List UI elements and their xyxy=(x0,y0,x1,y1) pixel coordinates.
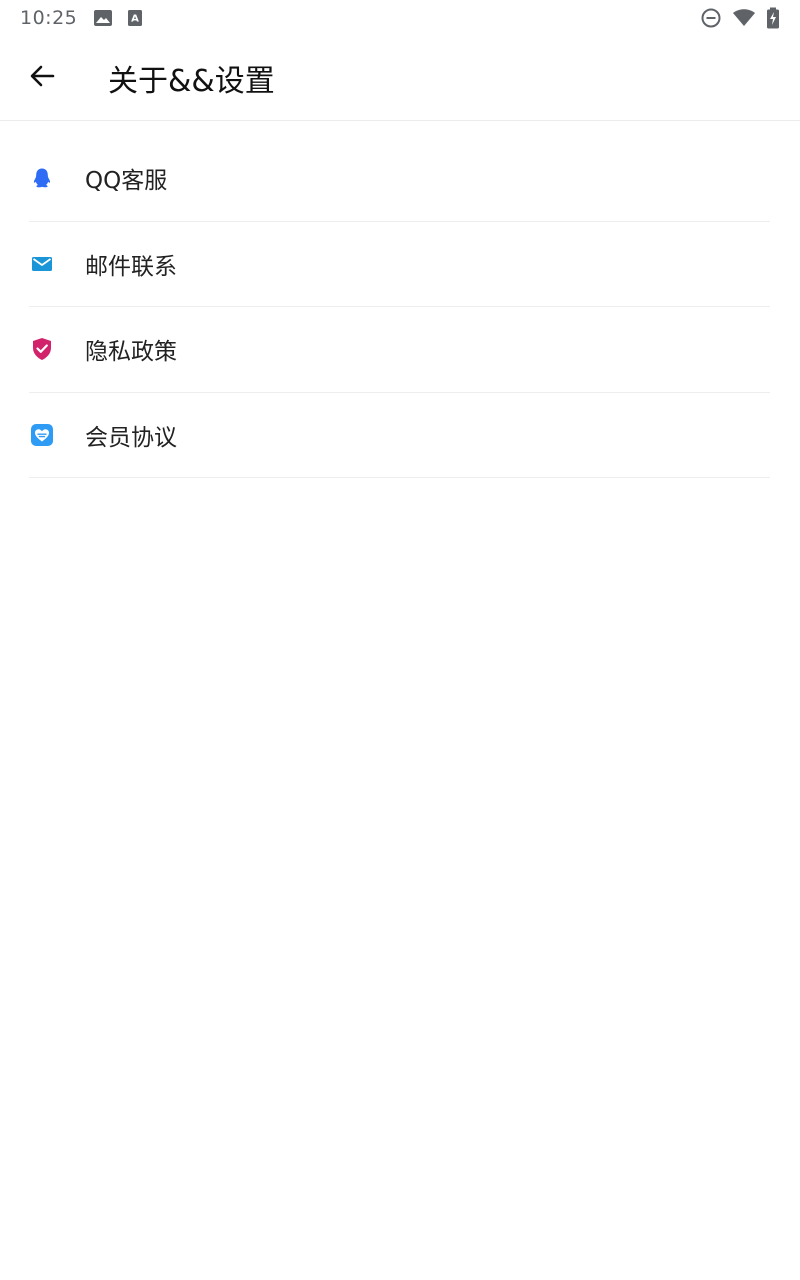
app-bar: 关于&&设置 xyxy=(0,36,800,121)
page-title: 关于&&设置 xyxy=(108,64,275,99)
svg-text:A: A xyxy=(131,14,139,25)
menu-item-member-agreement[interactable]: 会员协议 xyxy=(29,393,770,478)
battery-charging-icon xyxy=(766,7,780,29)
menu-item-email-contact[interactable]: 邮件联系 xyxy=(29,222,770,307)
menu-item-label: 会员协议 xyxy=(85,424,177,451)
qq-penguin-icon xyxy=(29,165,55,191)
menu-item-qq-service[interactable]: QQ客服 xyxy=(29,136,770,222)
menu-item-label: 邮件联系 xyxy=(85,253,177,280)
shield-check-icon xyxy=(29,336,55,362)
wifi-icon xyxy=(732,8,756,28)
status-time: 10:25 xyxy=(20,7,78,29)
settings-menu-list: QQ客服 邮件联系 隐私政策 会员协议 xyxy=(29,136,770,478)
status-right-icons xyxy=(700,7,780,29)
status-bar: 10:25 A xyxy=(0,0,800,36)
menu-item-label: QQ客服 xyxy=(85,168,168,195)
status-left-icons: A xyxy=(93,9,143,27)
arrow-left-icon xyxy=(28,62,56,94)
menu-item-privacy-policy[interactable]: 隐私政策 xyxy=(29,307,770,393)
member-heart-icon xyxy=(29,422,55,448)
back-button[interactable] xyxy=(22,58,62,98)
mail-icon xyxy=(29,251,55,277)
menu-item-label: 隐私政策 xyxy=(85,339,177,366)
do-not-disturb-icon xyxy=(700,7,722,29)
image-icon xyxy=(93,9,113,27)
font-icon: A xyxy=(127,9,143,27)
